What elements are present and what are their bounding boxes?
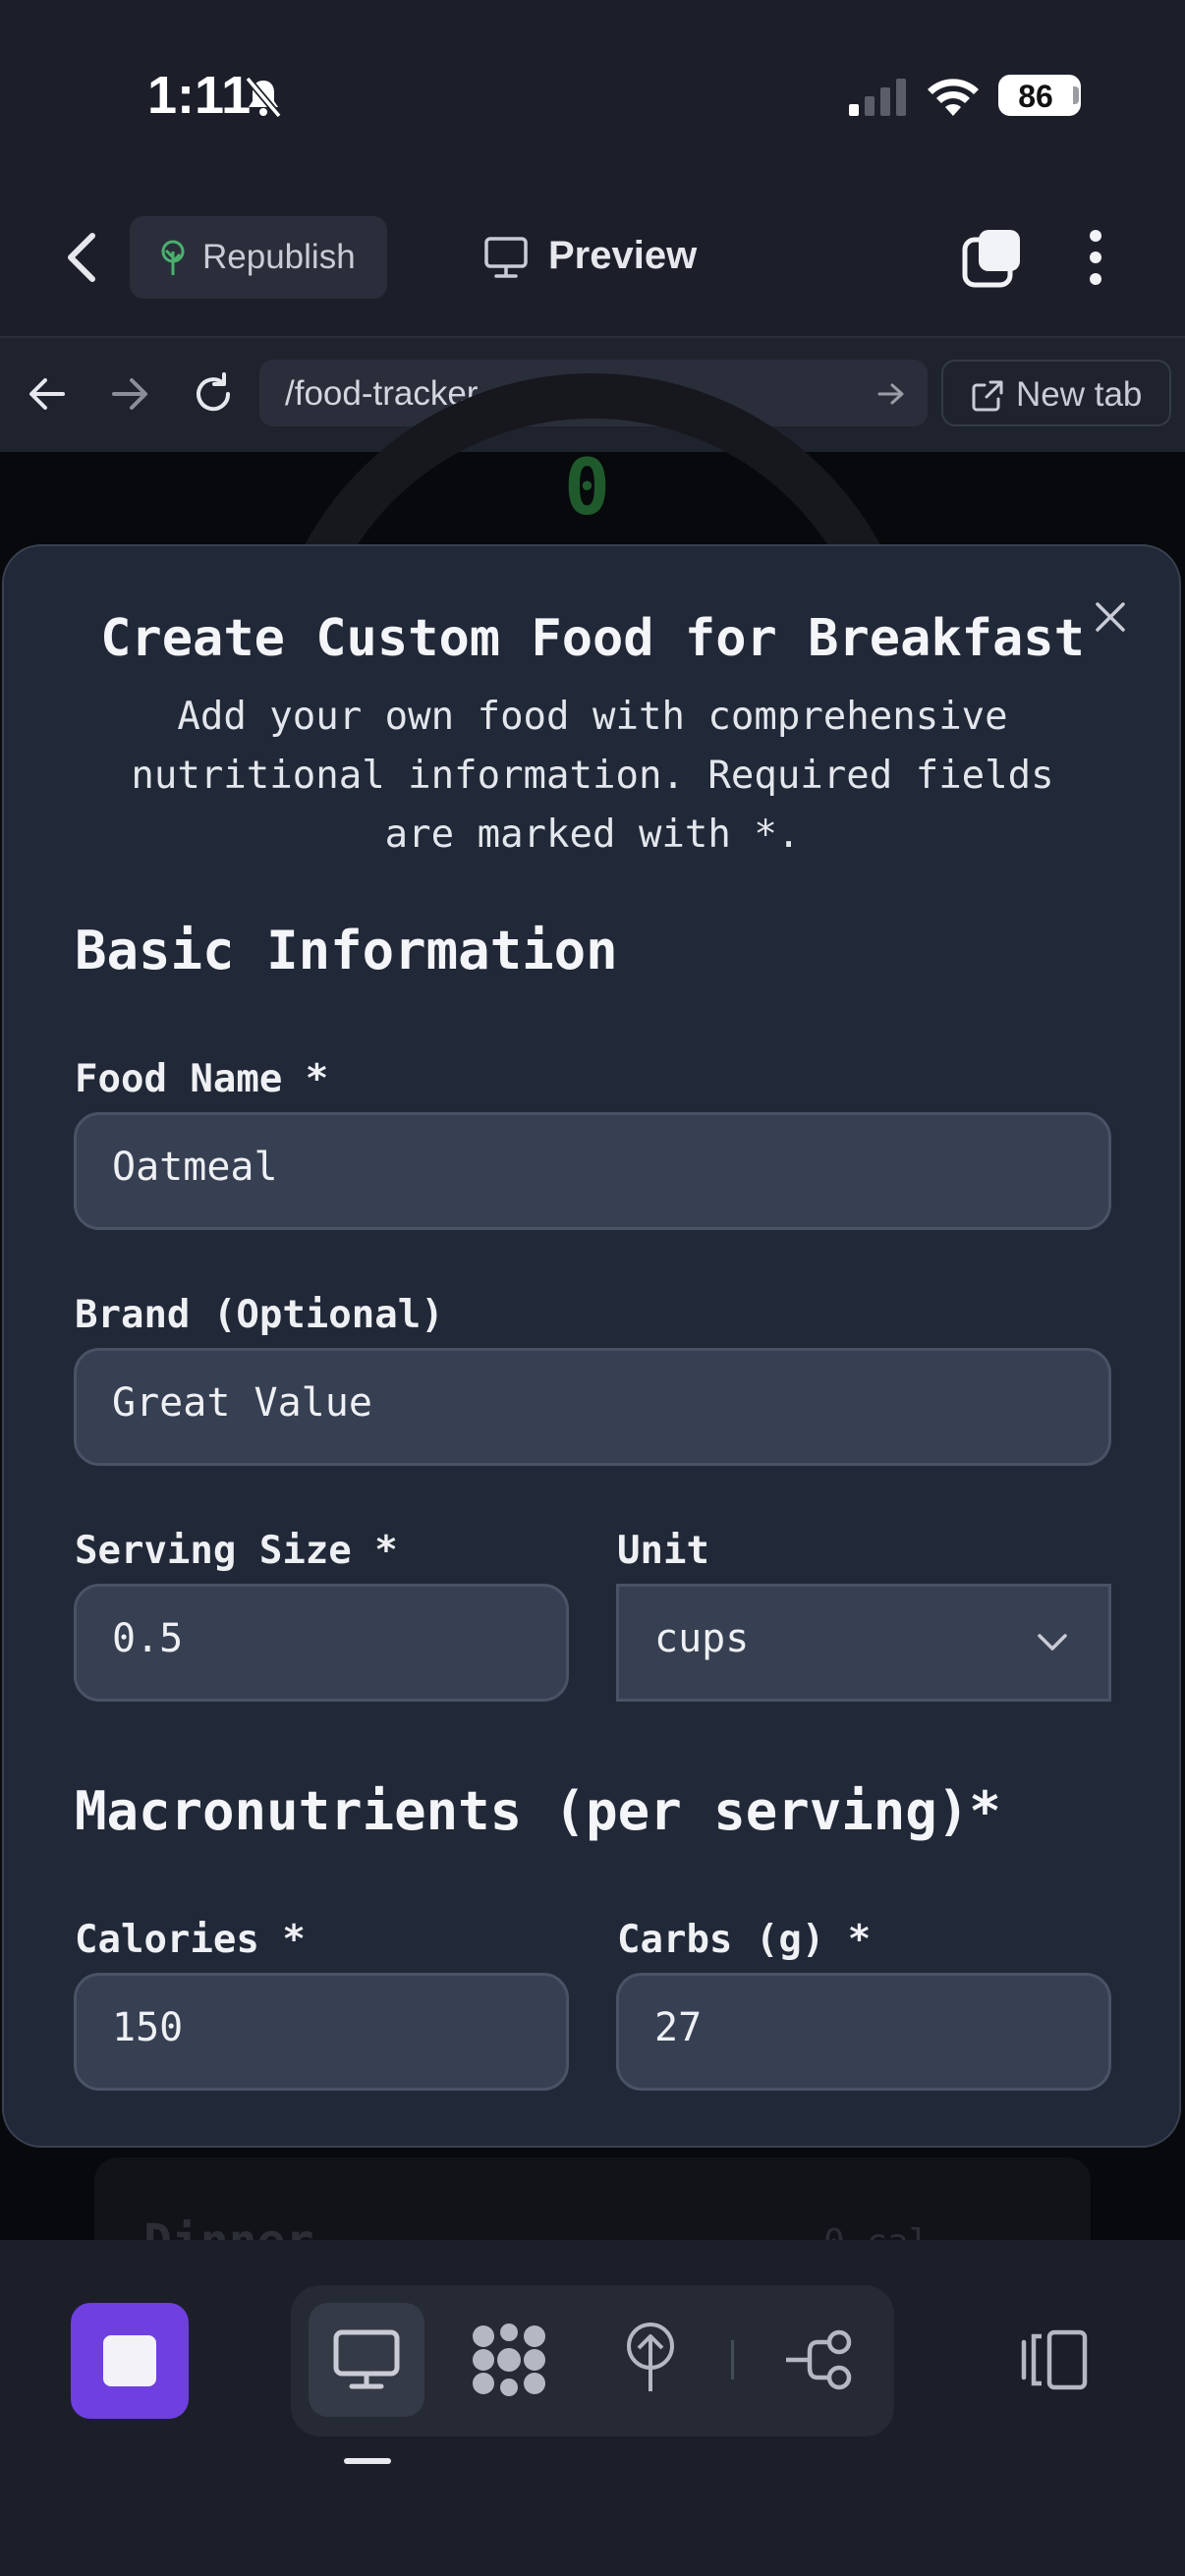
arrow-right-icon[interactable] (110, 375, 149, 413)
battery-level: 86 (1018, 79, 1053, 114)
dialog-description-line: are marked with *. (384, 812, 801, 857)
stop-button[interactable] (71, 2303, 189, 2419)
dialog-description-line: nutritional information. Required fields (131, 754, 1054, 798)
dialog-description-line: Add your own food with comprehensive (177, 695, 1008, 739)
battery-cap (1073, 86, 1079, 104)
active-tab-indicator (344, 2458, 391, 2464)
panel-toggle-icon[interactable] (1020, 2328, 1091, 2391)
wifi-icon (926, 75, 981, 116)
carbs-value: 27 (654, 2005, 703, 2050)
calorie-counter: 0 (564, 444, 610, 532)
reload-icon[interactable] (191, 371, 236, 417)
calories-value: 150 (112, 2005, 184, 2050)
carbs-label: Carbs (g) * (617, 1918, 872, 1962)
food-name-label: Food Name * (75, 1057, 329, 1101)
mute-icon (242, 75, 285, 120)
external-link-icon (971, 379, 1004, 413)
serving-size-value: 0.5 (112, 1616, 184, 1661)
arrow-left-icon[interactable] (28, 375, 67, 413)
serving-size-input[interactable]: 0.5 (74, 1584, 569, 1702)
new-tab-label: New tab (1016, 375, 1143, 414)
brand-input[interactable]: Great Value (74, 1348, 1111, 1466)
republish-button[interactable]: Republish (130, 216, 387, 299)
back-chevron-icon[interactable] (63, 232, 102, 283)
dialog-title: Create Custom Food for Breakfast (100, 609, 1085, 668)
food-name-value: Oatmeal (112, 1145, 278, 1190)
desktop-icon (332, 2328, 401, 2391)
section-title-basic: Basic Information (75, 920, 618, 981)
tabs-icon[interactable] (961, 226, 1024, 289)
signal-icon (849, 79, 908, 116)
stop-icon (103, 2335, 156, 2386)
food-name-input[interactable]: Oatmeal (74, 1112, 1111, 1230)
more-vertical-icon[interactable] (1087, 228, 1104, 287)
unit-label: Unit (617, 1529, 709, 1573)
dots-grid-icon[interactable] (470, 2323, 548, 2397)
preview-button[interactable]: Preview (548, 234, 697, 278)
carbs-input[interactable]: 27 (616, 1973, 1111, 2091)
monitor-icon (483, 236, 529, 279)
publish-icon[interactable] (621, 2321, 680, 2395)
unit-select[interactable]: cups (616, 1584, 1111, 1702)
calories-label: Calories * (75, 1918, 306, 1962)
git-branch-icon[interactable] (784, 2328, 855, 2391)
brand-value: Great Value (112, 1380, 372, 1426)
new-tab-button[interactable]: New tab (941, 360, 1171, 426)
status-time: 1:11 (147, 66, 252, 125)
chevron-down-icon (1036, 1632, 1069, 1653)
serving-size-label: Serving Size * (75, 1529, 398, 1573)
republish-tree-icon (155, 238, 191, 277)
republish-label: Republish (202, 238, 356, 276)
unit-value: cups (654, 1616, 750, 1661)
divider (731, 2340, 734, 2380)
url-go-icon[interactable] (876, 381, 906, 407)
section-title-macros: Macronutrients (per serving)* (75, 1780, 1001, 1842)
calories-input[interactable]: 150 (74, 1973, 569, 2091)
battery-icon: 86 (998, 75, 1081, 116)
dialog-description: Add your own food with comprehensive nut… (88, 688, 1097, 865)
brand-label: Brand (Optional) (75, 1293, 444, 1337)
